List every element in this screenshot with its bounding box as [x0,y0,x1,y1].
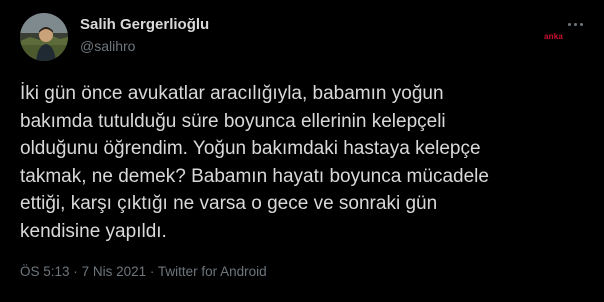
user-handle[interactable]: @salihro [80,38,135,54]
tweet-meta: ÖS 5:13 · 7 Nis 2021 · Twitter for Andro… [20,264,267,279]
avatar-image [20,13,68,61]
more-horizontal-icon-dot [579,22,583,26]
more-horizontal-icon-dot [573,22,577,26]
meta-separator: · [73,264,78,279]
more-horizontal-icon [567,22,571,26]
display-name[interactable]: Salih Gergerlioğlu [80,16,209,33]
anka-watermark: anka [544,32,564,41]
tweet-date[interactable]: 7 Nis 2021 [82,264,147,279]
tweet-card: Salih Gergerlioğlu @salihro anka İki gün… [0,0,604,302]
tweet-text: İki gün önce avukatlar aracılığıyla, bab… [20,83,489,242]
avatar[interactable] [20,13,68,61]
tweet-source[interactable]: Twitter for Android [158,264,267,279]
meta-separator: · [149,264,155,279]
more-options-button[interactable] [562,17,588,31]
tweet-time[interactable]: ÖS 5:13 [20,264,70,279]
